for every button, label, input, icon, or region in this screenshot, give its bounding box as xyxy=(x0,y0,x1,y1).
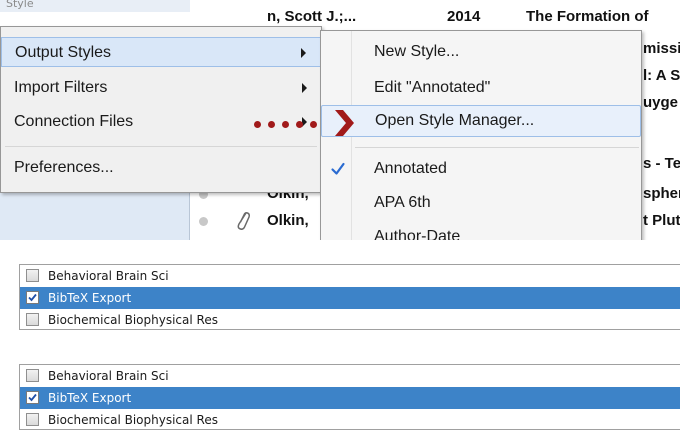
checkbox[interactable] xyxy=(26,413,39,426)
style-list-item[interactable]: Biochemical Biophysical Res xyxy=(20,309,680,329)
style-name: BibTeX Export xyxy=(48,291,132,305)
reference-title: uyge xyxy=(643,94,679,111)
style-name: Behavioral Brain Sci xyxy=(48,269,169,283)
submenu-arrow-icon xyxy=(302,83,307,93)
endnote-menu-screenshot: n, Scott J.;... 2014 The Formation of mi… xyxy=(0,0,680,240)
annotation-dot xyxy=(296,121,303,128)
menu-item-output-styles[interactable]: Output Styles xyxy=(1,37,321,67)
paperclip-icon xyxy=(237,212,251,230)
menu-item-new-style[interactable]: New Style... xyxy=(321,35,641,69)
groups-pane xyxy=(0,186,190,240)
output-styles-submenu: New Style... Edit "Annotated" Open Style… xyxy=(320,30,642,240)
style-list-item[interactable]: Behavioral Brain Sci xyxy=(20,365,680,387)
checkbox[interactable] xyxy=(26,269,39,282)
read-status-dot-icon xyxy=(199,217,208,226)
reference-title: spher xyxy=(643,185,680,202)
chevron-right-icon xyxy=(335,110,354,136)
style-name: BibTeX Export xyxy=(48,391,132,405)
reference-title: t Plut xyxy=(643,212,680,229)
reference-title: s - Te xyxy=(643,155,680,172)
annotation-dot xyxy=(282,121,289,128)
annotation-dot xyxy=(254,121,261,128)
style-name: Biochemical Biophysical Res xyxy=(48,313,218,327)
checkmark-icon xyxy=(28,293,37,302)
style-list: Behavioral Brain Sci BibTeX Export Bioch… xyxy=(19,364,680,430)
menu-item-label: Annotated xyxy=(374,160,447,177)
edit-menu: Output Styles Import Filters Connection … xyxy=(0,26,322,193)
checkbox[interactable] xyxy=(26,391,39,404)
menu-item-open-style-manager[interactable]: Open Style Manager... xyxy=(321,105,641,137)
menu-item-edit-style[interactable]: Edit "Annotated" xyxy=(321,71,641,105)
style-name: Behavioral Brain Sci xyxy=(48,369,169,383)
checkmark-icon xyxy=(28,393,37,402)
menu-item-label: APA 6th xyxy=(374,194,431,211)
reference-year: 2014 xyxy=(447,8,481,25)
menu-item-label: Preferences... xyxy=(14,159,114,176)
reference-title: missi xyxy=(643,40,680,57)
menu-item-import-filters[interactable]: Import Filters xyxy=(1,73,321,103)
style-list-item-selected[interactable]: BibTeX Export xyxy=(20,287,680,309)
style-list: Behavioral Brain Sci BibTeX Export Bioch… xyxy=(19,264,680,330)
menu-item-style-apa[interactable]: APA 6th xyxy=(321,186,641,220)
menu-item-label: Open Style Manager... xyxy=(375,112,535,129)
menu-item-label: Connection Files xyxy=(14,113,134,130)
menu-item-label: Output Styles xyxy=(15,44,112,61)
menu-item-label: New Style... xyxy=(374,43,460,60)
reference-title: l: A S xyxy=(643,67,680,84)
reference-title: The Formation of xyxy=(526,8,649,25)
style-list-item-selected[interactable]: BibTeX Export xyxy=(20,387,680,409)
menu-item-label: Import Filters xyxy=(14,79,108,96)
checkbox[interactable] xyxy=(26,291,39,304)
menu-item-preferences[interactable]: Preferences... xyxy=(1,153,321,183)
reference-author: n, Scott J.;... xyxy=(267,8,357,25)
style-name: Biochemical Biophysical Res xyxy=(48,413,218,427)
annotation-dot xyxy=(268,121,275,128)
menu-item-style-annotated[interactable]: Annotated xyxy=(321,152,641,186)
style-list-item[interactable]: Biochemical Biophysical Res xyxy=(20,409,680,429)
menu-item-label: Edit "Annotated" xyxy=(374,79,491,96)
checkbox[interactable] xyxy=(26,313,39,326)
groups-pane-header: Style xyxy=(0,0,190,12)
menu-separator xyxy=(355,147,639,148)
menu-item-style-author-date[interactable]: Author-Date xyxy=(321,220,641,240)
menu-separator xyxy=(5,146,317,147)
reference-author: Olkin, xyxy=(267,212,309,229)
menu-item-label: Author-Date xyxy=(374,228,461,240)
submenu-arrow-icon xyxy=(301,48,306,58)
checkbox[interactable] xyxy=(26,369,39,382)
checkmark-icon xyxy=(331,162,345,175)
style-list-item[interactable]: Behavioral Brain Sci xyxy=(20,265,680,287)
annotation-dot xyxy=(310,121,317,128)
